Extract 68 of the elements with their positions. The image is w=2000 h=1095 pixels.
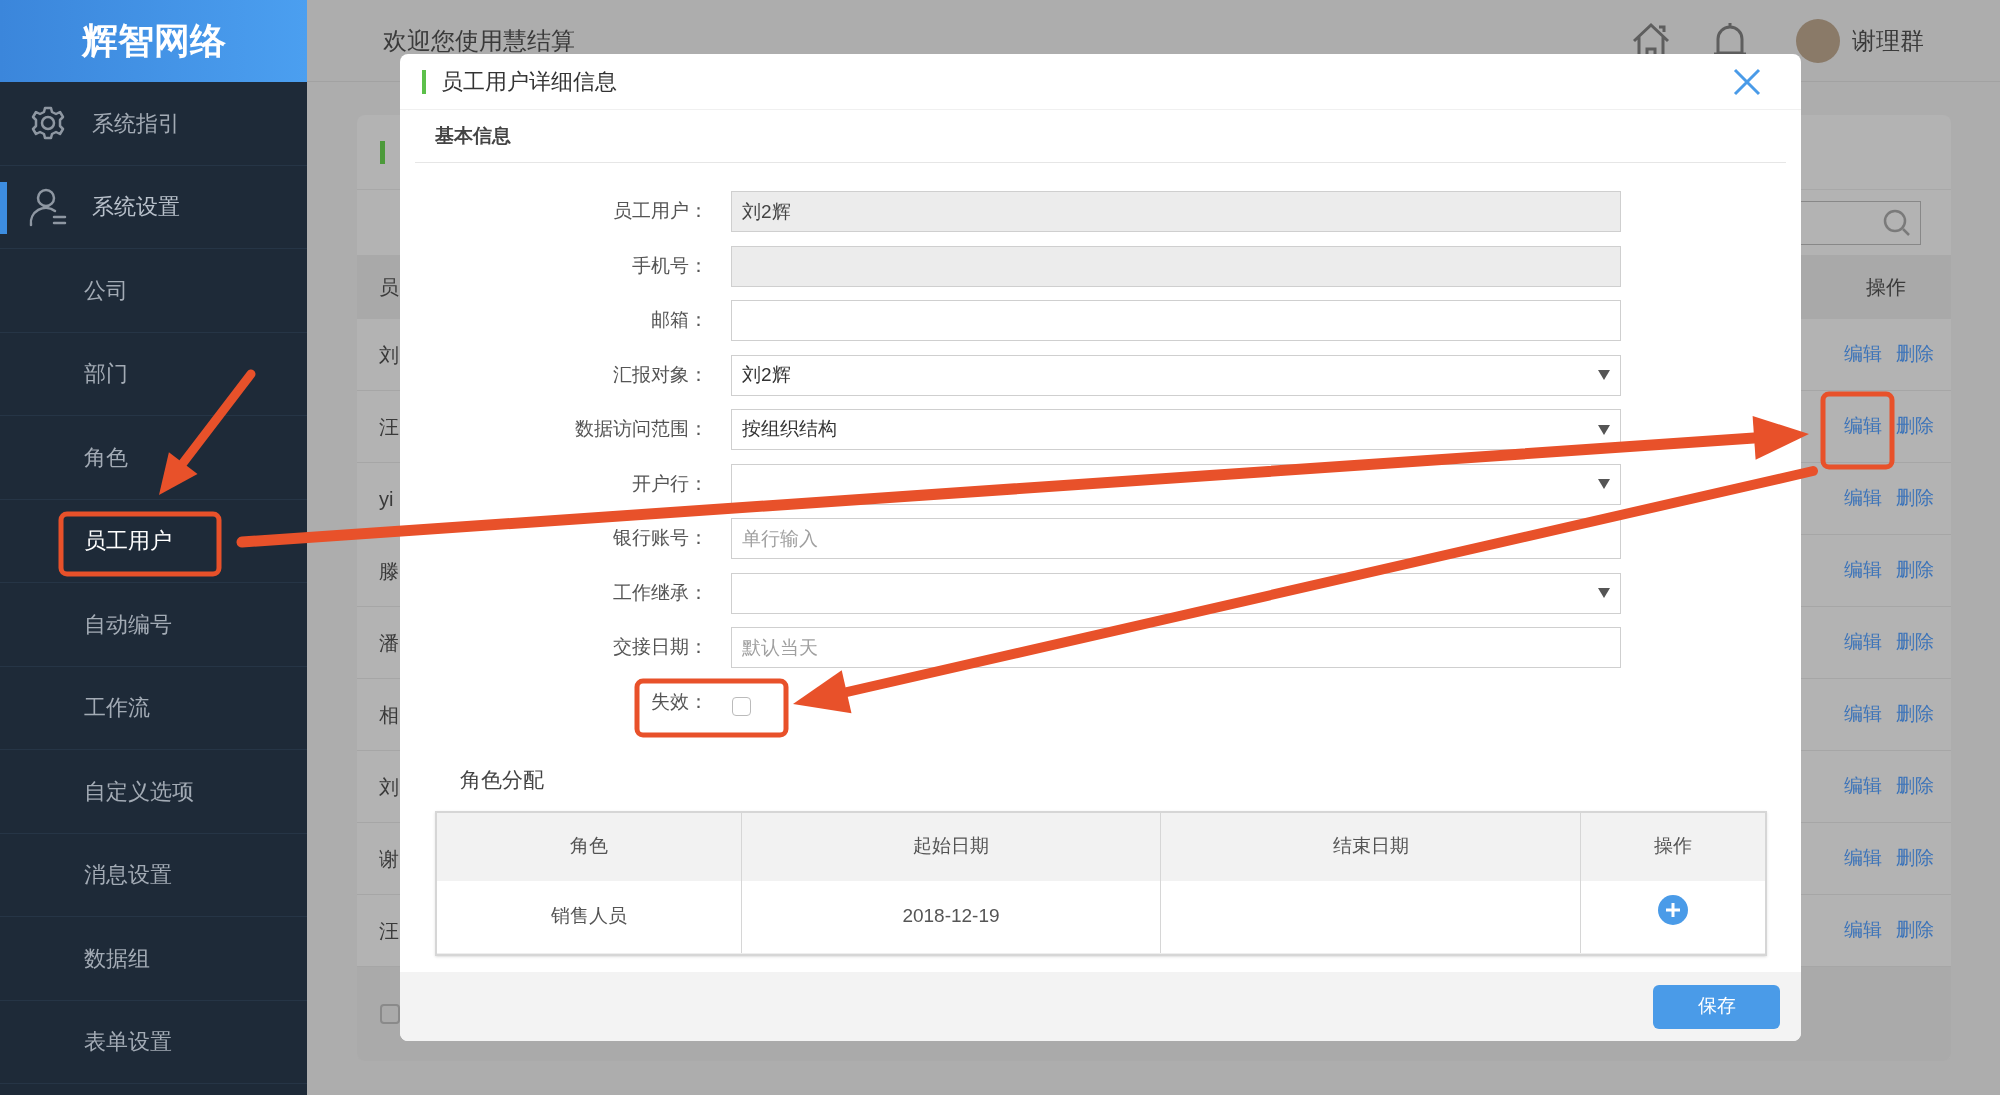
action-link[interactable]: 删除 — [1895, 556, 1934, 585]
table-cell-text: yi — [379, 486, 394, 512]
action-link[interactable]: 删除 — [1895, 844, 1934, 873]
action-link[interactable]: 删除 — [1895, 772, 1934, 801]
field-label: 数据访问范围： — [574, 417, 708, 442]
action-link[interactable]: 删除 — [1895, 412, 1934, 441]
action-link[interactable]: 编辑 — [1843, 916, 1882, 945]
column-header: 操作 — [1653, 834, 1693, 859]
sidebar-item[interactable]: 公司 — [0, 249, 307, 333]
table-cell-text: 相 — [379, 702, 399, 728]
action-link[interactable]: 编辑 — [1843, 412, 1882, 441]
field-label: 开户行： — [631, 471, 708, 496]
field-label: 手机号： — [631, 253, 708, 278]
save-button[interactable]: 保存 — [1653, 984, 1780, 1029]
sidebar-item[interactable]: 自定义选项 — [0, 750, 307, 834]
input-field[interactable]: 单行输入 — [731, 518, 1621, 559]
action-link[interactable]: 编辑 — [1843, 700, 1882, 729]
section-title: 角色分配 — [460, 766, 544, 793]
select-field[interactable]: 刘2辉 — [731, 354, 1621, 396]
sidebar-item[interactable]: 系统指引 — [0, 82, 307, 166]
section-title: 基本信息 — [435, 123, 511, 148]
table-cell-text: 滕 — [379, 558, 399, 584]
sidebar-item[interactable]: 员工用户 — [0, 499, 307, 583]
column-header: 员 — [379, 275, 399, 300]
action-link[interactable]: 删除 — [1895, 628, 1934, 657]
welcome-title: 欢迎您使用慧结算 — [383, 25, 575, 56]
field-label: 员工用户： — [612, 199, 708, 224]
field-label: 汇报对象： — [612, 362, 708, 387]
field-label: 失效： — [650, 690, 708, 715]
table-cell-text: 潘 — [379, 630, 399, 656]
table-cell-text: 刘 — [379, 774, 399, 800]
column-header: 角色 — [437, 812, 742, 881]
table-cell-text: 刘 — [379, 342, 399, 368]
table-cell: 销售人员 — [437, 880, 742, 953]
logo-text: 辉智网络 — [81, 19, 226, 63]
action-link[interactable]: 删除 — [1895, 484, 1934, 513]
field-label: 银行账号： — [612, 526, 708, 551]
column-header: 起始日期 — [742, 812, 1161, 881]
action-link[interactable]: 编辑 — [1843, 844, 1882, 873]
sidebar-item[interactable]: 数据组 — [0, 917, 307, 1001]
action-link[interactable]: 编辑 — [1843, 772, 1882, 801]
column-header: 操作 — [1864, 275, 1907, 300]
sidebar-item[interactable]: 部门 — [0, 332, 307, 416]
action-link[interactable]: 删除 — [1895, 700, 1934, 729]
action-link[interactable]: 编辑 — [1843, 484, 1882, 513]
action-link[interactable]: 删除 — [1895, 916, 1934, 945]
sidebar-item[interactable]: 消息设置 — [0, 833, 307, 917]
user-name[interactable]: 谢理群 — [1852, 22, 1924, 59]
sidebar-item[interactable]: 工作流 — [0, 666, 307, 750]
sidebar-label: 系统设置 — [92, 193, 180, 222]
table-cell-text: 汪 — [379, 414, 399, 440]
action-link[interactable]: 编辑 — [1843, 556, 1882, 585]
sidebar-label: 系统指引 — [92, 109, 180, 138]
column-header: 结束日期 — [1161, 812, 1581, 881]
action-link[interactable]: 删除 — [1895, 340, 1934, 369]
sidebar-item[interactable]: 表单设置 — [0, 1000, 307, 1084]
action-link[interactable]: 编辑 — [1843, 340, 1882, 369]
field-label: 交接日期： — [612, 635, 708, 660]
field-label: 邮箱： — [650, 308, 708, 333]
table-cell-text: 谢 — [379, 846, 399, 872]
select-field[interactable]: 按组织结构 — [731, 409, 1621, 450]
field-label: 工作继承： — [612, 580, 708, 605]
action-link[interactable]: 编辑 — [1843, 628, 1882, 657]
sidebar-item[interactable]: 自动编号 — [0, 583, 307, 667]
dialog-title: 员工用户详细信息 — [441, 68, 617, 96]
table-cell: 2018-12-19 — [742, 880, 1161, 953]
table-cell-text: 汪 — [379, 918, 399, 944]
input-field[interactable]: 默认当天 — [731, 627, 1621, 668]
